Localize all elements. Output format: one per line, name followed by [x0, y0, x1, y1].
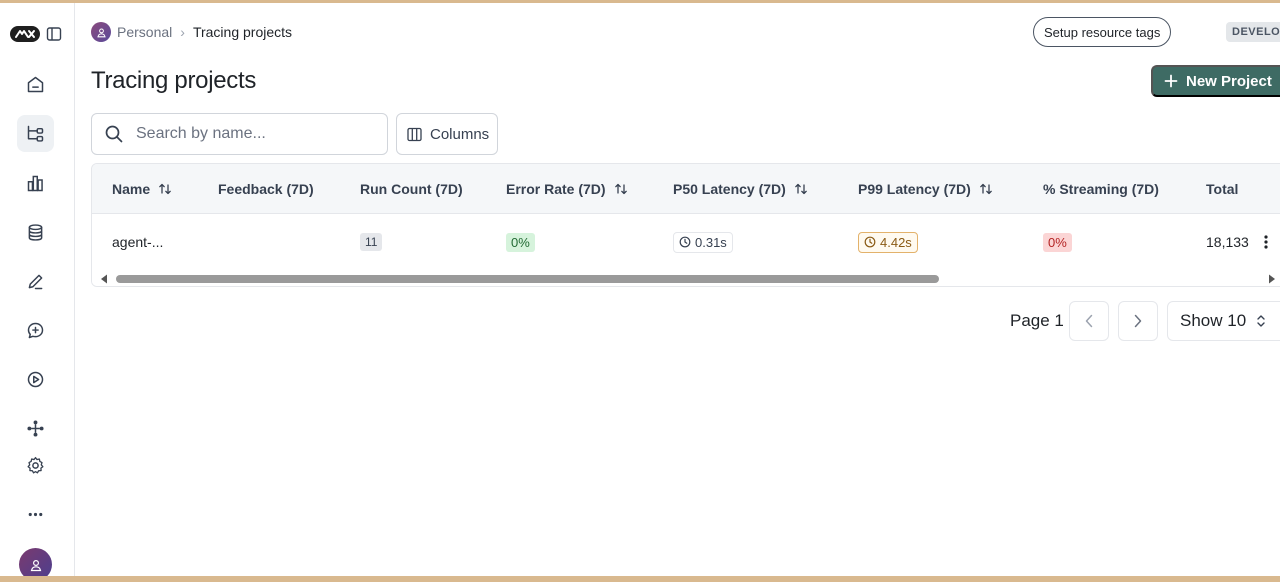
kebab-menu-icon — [1264, 235, 1268, 249]
main-content: Personal › Tracing projects Setup resour… — [75, 3, 1280, 576]
row-actions-button[interactable] — [1254, 214, 1278, 270]
columns-button[interactable]: Columns — [396, 113, 498, 155]
table-row[interactable]: agent-... 11 0% 0.31s 4.42s 0% 18,133 — [92, 214, 1280, 270]
chevron-left-icon — [1085, 314, 1093, 328]
cell-p50-latency: 0.31s — [673, 214, 733, 270]
sidebar-item-more[interactable] — [17, 496, 54, 533]
deployments-icon — [27, 420, 44, 437]
dashboard-icon — [27, 175, 43, 192]
column-header-feedback[interactable]: Feedback (7D) — [218, 164, 314, 214]
clock-icon — [679, 236, 691, 248]
next-page-button[interactable] — [1118, 301, 1158, 341]
environment-badge: DEVELOPER — [1226, 22, 1280, 42]
cell-name[interactable]: agent-... — [112, 214, 163, 270]
previous-page-button[interactable] — [1069, 301, 1109, 341]
page-size-label: Show 10 — [1180, 311, 1247, 330]
cell-run-count: 11 — [360, 214, 383, 270]
sidebar-item-tracing[interactable] — [17, 115, 54, 152]
prompt-icon — [27, 322, 44, 339]
plus-icon — [1164, 74, 1178, 88]
more-icon — [28, 512, 43, 517]
column-header-p50-latency[interactable]: P50 Latency (7D) — [673, 164, 808, 214]
cell-error-rate: 0% — [506, 214, 535, 270]
column-header-total[interactable]: Total — [1206, 164, 1238, 214]
p50-latency-badge: 0.31s — [673, 231, 733, 253]
settings-icon — [27, 456, 44, 474]
projects-table: Name Feedback (7D) Run Count (7D) Error … — [91, 163, 1280, 287]
sidebar-collapse-icon[interactable] — [46, 26, 62, 42]
sidebar-item-prompts[interactable] — [17, 312, 54, 349]
new-project-label: New Project — [1186, 72, 1272, 90]
sidebar-item-home[interactable] — [17, 66, 54, 103]
scrollbar-thumb[interactable] — [116, 275, 939, 283]
column-header-name[interactable]: Name — [112, 164, 172, 214]
scroll-left-arrow-icon[interactable] — [100, 274, 108, 284]
search-box — [91, 113, 388, 155]
breadcrumb-separator: › — [180, 24, 185, 40]
chevron-right-icon — [1134, 314, 1142, 328]
sidebar-item-playground[interactable] — [17, 361, 54, 398]
annotation-icon — [28, 274, 43, 290]
cell-total: 18,133 — [1206, 234, 1249, 250]
breadcrumb-current: Tracing projects — [192, 24, 293, 40]
horizontal-scrollbar[interactable] — [92, 270, 1280, 286]
columns-icon — [407, 127, 422, 141]
sidebar-item-deployments[interactable] — [17, 410, 54, 447]
search-input[interactable] — [136, 125, 366, 143]
sort-icon[interactable] — [979, 182, 993, 196]
sidebar-item-settings[interactable] — [17, 447, 54, 484]
streaming-badge: 0% — [1043, 232, 1072, 252]
scroll-right-arrow-icon[interactable] — [1268, 274, 1276, 284]
error-rate-badge: 0% — [506, 232, 535, 252]
clock-icon — [864, 236, 876, 248]
sort-icon[interactable] — [794, 182, 808, 196]
tracing-icon — [27, 125, 44, 142]
column-header-error-rate[interactable]: Error Rate (7D) — [506, 164, 628, 214]
p99-latency-badge: 4.42s — [858, 231, 918, 253]
table-header: Name Feedback (7D) Run Count (7D) Error … — [92, 164, 1280, 214]
cell-p99-latency: 4.42s — [858, 214, 918, 270]
user-icon — [96, 28, 106, 37]
app-frame: Personal › Tracing projects Setup resour… — [0, 3, 1280, 576]
sort-icon[interactable] — [614, 182, 628, 196]
logo-icon[interactable] — [10, 26, 40, 42]
run-count-badge: 11 — [360, 233, 383, 251]
sort-icon[interactable] — [158, 182, 172, 196]
breadcrumb-personal[interactable]: Personal — [117, 24, 172, 40]
home-icon — [27, 76, 44, 93]
user-avatar[interactable] — [19, 548, 52, 576]
sidebar-item-datasets[interactable] — [17, 214, 54, 251]
sidebar-item-annotation[interactable] — [17, 263, 54, 300]
page-indicator: Page 1 — [1010, 311, 1064, 330]
column-header-run-count[interactable]: Run Count (7D) — [360, 164, 463, 214]
cell-streaming: 0% — [1043, 214, 1072, 270]
column-header-streaming[interactable]: % Streaming (7D) — [1043, 164, 1159, 214]
search-icon — [105, 125, 123, 143]
chevron-up-down-icon — [1257, 315, 1265, 327]
playground-icon — [27, 371, 44, 388]
sidebar-item-dashboards[interactable] — [17, 165, 54, 202]
datasets-icon — [28, 224, 43, 241]
sidebar — [0, 3, 75, 576]
workspace-avatar — [91, 22, 111, 42]
column-header-p99-latency[interactable]: P99 Latency (7D) — [858, 164, 993, 214]
breadcrumb: Personal › Tracing projects — [91, 21, 292, 43]
page-title: Tracing projects — [91, 67, 257, 94]
page-size-select[interactable]: Show 10 — [1167, 301, 1280, 341]
setup-resource-tags-button[interactable]: Setup resource tags — [1033, 17, 1172, 47]
user-icon — [30, 559, 41, 571]
columns-label: Columns — [430, 125, 490, 143]
new-project-button[interactable]: New Project — [1151, 65, 1280, 97]
